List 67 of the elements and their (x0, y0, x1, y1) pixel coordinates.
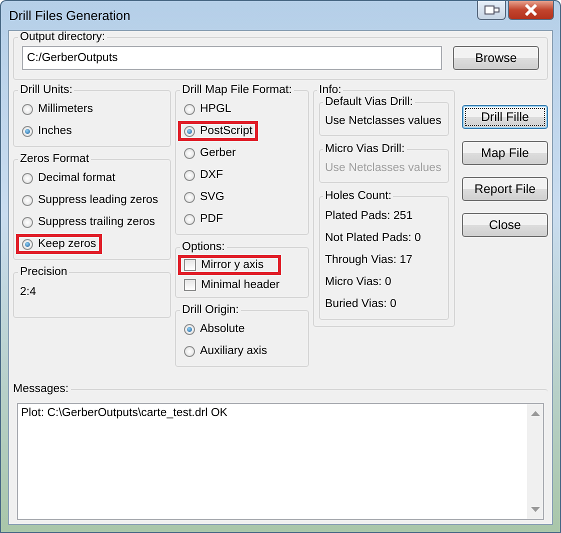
radio-button[interactable] (184, 170, 195, 180)
radio-button[interactable] (22, 126, 33, 136)
count-text: Plated Pads: 251 (325, 209, 414, 224)
group-label: Default Vias Drill: (324, 96, 414, 108)
radio-label: DXF (200, 169, 223, 181)
radio-button[interactable] (184, 192, 195, 202)
radio-button[interactable] (184, 148, 195, 158)
count-text: Through Vias: 17 (325, 253, 414, 268)
radio-label: PDF (200, 213, 223, 225)
checkbox-label: Mirror y axis (201, 259, 264, 271)
radio-button[interactable] (184, 346, 195, 356)
radio-label: Suppress leading zeros (38, 194, 158, 206)
radio-label: Decimal format (38, 172, 116, 184)
group-label: Options: (181, 241, 226, 253)
count-text: Buried Vias: 0 (325, 297, 398, 312)
scroll-down-icon[interactable] (530, 507, 540, 513)
checkbox[interactable] (184, 279, 196, 291)
restore-icon (484, 5, 500, 15)
directory-field[interactable]: C:/GerberOutputs (22, 46, 442, 70)
radio-label: Millimeters (38, 103, 93, 115)
group-label: Precision (19, 266, 68, 278)
info-value: Use Netclasses values (325, 161, 442, 176)
group-label: Holes Count: (324, 190, 392, 202)
group-label: Drill Units: (19, 84, 74, 96)
browse-button[interactable]: Browse (453, 46, 539, 70)
radio-button[interactable] (22, 238, 33, 250)
scrollbar[interactable] (527, 404, 543, 519)
group-label: Micro Vias Drill: (324, 143, 406, 155)
count-text: Not Plated Pads: 0 (325, 231, 422, 246)
radio-label: Gerber (200, 147, 236, 159)
action-button[interactable]: Close (462, 213, 548, 237)
radio-label: Inches (38, 125, 72, 137)
restore-button[interactable] (477, 1, 506, 20)
action-button[interactable]: Drill Fille (462, 105, 548, 129)
radio-button[interactable] (22, 104, 33, 114)
window-title: Drill Files Generation (9, 8, 130, 23)
group-label: Output directory: (19, 31, 106, 43)
radio-button[interactable] (22, 172, 33, 184)
close-button[interactable] (508, 1, 554, 20)
radio-button[interactable] (184, 214, 195, 224)
close-icon (524, 4, 538, 16)
message-text: Plot: C:\GerberOutputs\carte_test.drl OK (20, 406, 228, 421)
count-text: Micro Vias: 0 (325, 275, 392, 290)
radio-label: PostScript (200, 125, 252, 137)
radio-label: SVG (200, 191, 224, 203)
checkbox-label: Minimal header (201, 279, 280, 291)
radio-button[interactable] (184, 126, 195, 136)
checkbox[interactable] (184, 259, 196, 271)
radio-label: Suppress trailing zeros (38, 216, 155, 228)
radio-button[interactable] (22, 194, 33, 206)
group-label: Drill Origin: (181, 304, 240, 316)
radio-button[interactable] (22, 216, 33, 228)
precision-value: 2:4 (20, 285, 37, 298)
group-label: Drill Map File Format: (181, 84, 293, 96)
radio-label: Keep zeros (38, 238, 96, 250)
radio-button[interactable] (184, 104, 195, 114)
radio-label: Absolute (200, 323, 245, 335)
group-label: Info: (318, 84, 342, 96)
radio-label: Auxiliary axis (200, 345, 268, 357)
action-button[interactable]: Map File (462, 141, 548, 165)
action-button[interactable]: Report File (462, 177, 548, 201)
info-value: Use Netclasses values (325, 114, 442, 129)
group-label: Zeros Format (19, 153, 90, 165)
radio-button[interactable] (184, 324, 195, 334)
group-label: Messages: (12, 383, 70, 395)
scroll-up-icon[interactable] (530, 410, 540, 416)
radio-label: HPGL (200, 103, 232, 115)
